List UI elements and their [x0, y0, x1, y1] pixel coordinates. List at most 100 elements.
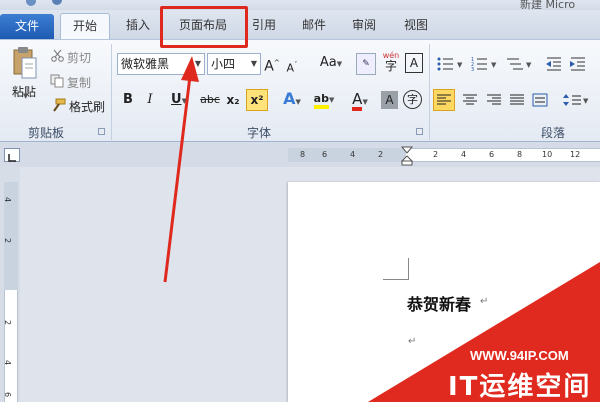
ruler-tick: 2	[3, 237, 13, 244]
ruler-tick: 2	[378, 150, 384, 159]
paste-icon[interactable]	[12, 46, 38, 80]
tab-review[interactable]: 审阅	[346, 13, 382, 39]
decrease-indent-icon[interactable]	[545, 56, 563, 72]
font-color-button[interactable]: A▼	[346, 89, 374, 111]
align-right-icon	[487, 94, 501, 105]
quick-access-undo-icon[interactable]	[52, 0, 62, 5]
copy-icon[interactable]	[50, 74, 64, 88]
font-size-select[interactable]: 小四 ▼	[207, 53, 261, 75]
distributed-button[interactable]	[530, 89, 550, 111]
ruler-tick: 12	[570, 150, 581, 159]
shrink-font-label: A	[286, 61, 295, 75]
paragraph-group-label: 段落	[541, 126, 566, 140]
font-name-value: 微软雅黑	[121, 57, 170, 71]
font-group-label: 字体	[247, 126, 272, 140]
phonetic-guide-button[interactable]: wén 字	[380, 51, 402, 73]
tab-insert[interactable]: 插入	[118, 13, 158, 39]
align-right-button[interactable]	[484, 89, 504, 111]
svg-text:▼: ▼	[526, 61, 532, 69]
cut-button-label[interactable]: 剪切	[67, 49, 91, 66]
underline-label: U	[171, 92, 182, 107]
bullets-icon[interactable]: ▼	[437, 56, 465, 72]
format-painter-label[interactable]: 格式刷	[69, 98, 105, 115]
font-name-select[interactable]: 微软雅黑 ▼	[117, 53, 205, 75]
svg-text:▼: ▼	[457, 61, 463, 69]
line-spacing-button[interactable]: ▼	[562, 89, 590, 111]
paragraph-mark: ↵	[408, 336, 417, 347]
watermark-brand: IT运维空间	[448, 372, 592, 402]
numbering-icon[interactable]: 123 ▼	[471, 56, 499, 72]
clear-format-button[interactable]: ✎	[356, 53, 376, 75]
underline-button[interactable]: U▼	[166, 90, 192, 112]
multilevel-list-icon[interactable]: ▼	[505, 56, 533, 72]
paragraph-mark: ↵	[480, 296, 489, 307]
copy-button-label[interactable]: 复制	[67, 74, 91, 91]
format-painter-icon[interactable]	[51, 98, 66, 112]
change-case-label: Aa	[319, 55, 337, 70]
text-effects-button[interactable]: A▼	[279, 89, 305, 111]
tab-mailings[interactable]: 邮件	[296, 13, 332, 39]
tab-stop-icon	[8, 154, 16, 162]
font-launcher-icon[interactable]	[416, 128, 423, 135]
increase-indent-icon[interactable]	[569, 56, 587, 72]
justify-icon	[510, 94, 524, 105]
group-separator	[111, 44, 112, 140]
line-spacing-icon: ▼	[563, 94, 589, 106]
tab-references[interactable]: 引用	[246, 13, 282, 39]
ribbon-tab-bar: 文件 开始 插入 页面布局 引用 邮件 审阅 视图	[0, 10, 600, 40]
character-shading-button[interactable]: A	[381, 91, 398, 109]
title-bar: 新建 Micro	[0, 0, 600, 11]
paste-dropdown-icon[interactable]: ▼	[23, 92, 28, 100]
ruler-tick: 6	[489, 150, 495, 159]
align-left-icon	[437, 94, 451, 105]
bold-button[interactable]: B	[121, 90, 135, 112]
strikethrough-button[interactable]: abc	[199, 90, 221, 112]
margin-corner-mark	[383, 258, 409, 280]
enclose-characters-button[interactable]: 字	[403, 90, 422, 109]
highlight-label: ab	[313, 92, 329, 109]
ruler-tick: 4	[461, 150, 467, 159]
tab-view[interactable]: 视图	[398, 13, 434, 39]
font-size-value: 小四	[211, 57, 236, 71]
grow-font-label: A	[264, 58, 274, 75]
ruler-tick: 8	[300, 150, 306, 159]
distributed-icon	[532, 93, 548, 107]
clipboard-launcher-icon[interactable]	[98, 128, 105, 135]
text-effects-label: A	[283, 89, 296, 108]
chevron-down-icon: ▼	[194, 59, 201, 68]
grow-font-button[interactable]: A^	[264, 53, 280, 75]
subscript-button[interactable]: x₂	[224, 90, 242, 112]
group-separator	[429, 44, 430, 140]
italic-button[interactable]: I	[143, 90, 157, 112]
document-heading[interactable]: 恭贺新春	[407, 291, 471, 315]
ruler-tick: 6	[3, 391, 13, 398]
ruler-tick: 2	[3, 319, 13, 326]
shrink-font-button[interactable]: Aˇ	[285, 55, 299, 77]
ruler-tick: 10	[542, 150, 553, 159]
ruler-tick: 4	[350, 150, 356, 159]
font-color-label: A	[352, 91, 363, 111]
change-case-button[interactable]: Aa▼	[318, 53, 344, 75]
justify-button[interactable]	[507, 89, 527, 111]
scissors-icon[interactable]	[51, 49, 64, 62]
horizontal-ruler-margin	[288, 148, 406, 162]
character-border-button[interactable]: A	[405, 53, 423, 73]
svg-text:▼: ▼	[583, 97, 589, 105]
highlight-button[interactable]: ab▼	[309, 89, 339, 111]
superscript-button[interactable]: x²	[246, 89, 268, 111]
svg-text:3: 3	[471, 67, 474, 72]
ribbon-home-panel: 粘贴 ▼ 剪切 复制 格式刷 剪贴板 微软雅黑 ▼ 小四 ▼ A^ Aˇ Aa▼…	[0, 39, 600, 142]
tab-file[interactable]: 文件	[0, 14, 54, 39]
tab-home[interactable]: 开始	[60, 13, 110, 40]
align-left-button[interactable]	[433, 89, 455, 111]
ruler-tick: 6	[322, 150, 328, 159]
phonetic-char-label: 字	[384, 59, 397, 73]
indent-marker-icon[interactable]	[401, 146, 413, 166]
ruler-tick: 4	[3, 196, 13, 203]
chevron-down-icon: ▼	[250, 59, 257, 68]
ruler-toggle-button[interactable]	[4, 148, 20, 162]
align-center-button[interactable]	[460, 89, 480, 111]
ruler-tick: 4	[3, 359, 13, 366]
quick-access-save-icon[interactable]	[26, 0, 36, 6]
highlight-box	[160, 6, 248, 48]
